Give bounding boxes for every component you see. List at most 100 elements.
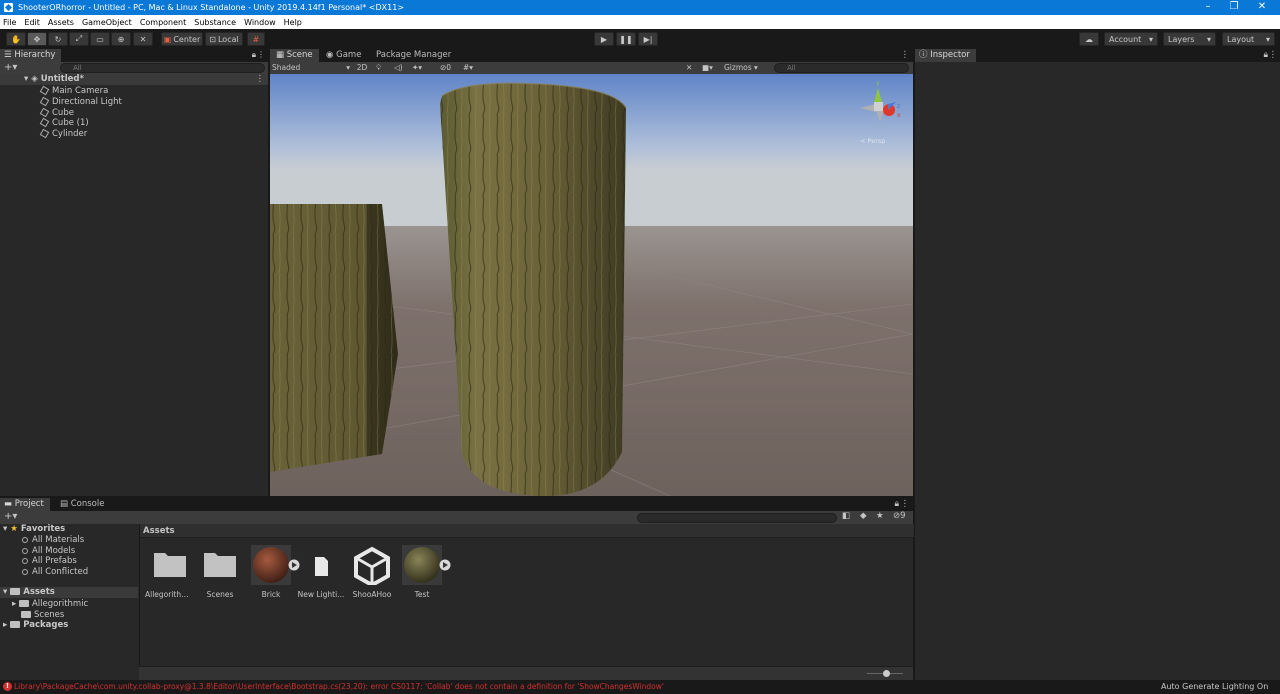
filter-type-icon[interactable]: ◧	[842, 511, 850, 521]
hierarchy-item[interactable]: Cylinder	[39, 128, 87, 139]
menu-help[interactable]: Help	[284, 18, 302, 27]
assets-folder-row[interactable]: ▾ Assets	[0, 587, 138, 598]
folder-item-scenes[interactable]: Scenes	[21, 610, 64, 620]
cloud-icon[interactable]: ☁	[1079, 32, 1099, 46]
pivot-center-button[interactable]: ▣ Center	[161, 32, 203, 46]
packages-folder[interactable]: ▸ Packages	[3, 620, 68, 630]
tab-game[interactable]: ◉ Game	[320, 49, 367, 62]
close-button[interactable]: ✕	[1244, 0, 1280, 15]
scene-tab-label: Scene	[286, 50, 313, 60]
lighting-toggle-icon[interactable]: 💡︎	[376, 62, 381, 74]
pivot-local-button[interactable]: ⊡ Local	[205, 32, 243, 46]
custom-tool-icon[interactable]: ✕	[133, 32, 153, 46]
camera-dropdown-icon[interactable]: ■▾	[702, 62, 713, 74]
zoom-slider-handle[interactable]	[883, 670, 890, 677]
create-button[interactable]: +▾	[4, 62, 17, 73]
move-tool-icon[interactable]: ✥	[27, 32, 47, 46]
menu-component[interactable]: Component	[140, 18, 186, 27]
create-asset-button[interactable]: +▾	[4, 511, 17, 523]
layers-dropdown[interactable]: Layers ▾	[1163, 32, 1216, 46]
account-dropdown[interactable]: Account ▾	[1104, 32, 1158, 46]
asset-item[interactable]: ShooAHoo	[347, 545, 397, 599]
favorites-header[interactable]: ▾ ★ Favorites	[3, 524, 65, 534]
hidden-packages-toggle[interactable]: ⊘9	[893, 511, 906, 521]
favorite-star-icon[interactable]: ★	[876, 511, 884, 521]
grid-toggle-icon[interactable]: #▾	[463, 62, 473, 74]
cube-object	[270, 204, 398, 472]
menu-dots-icon[interactable]: ⋮	[901, 499, 910, 509]
lock-icon[interactable]: 🔒︎	[252, 50, 256, 60]
step-button[interactable]: ▶|	[638, 32, 658, 46]
grid-icon: ▦	[276, 50, 287, 60]
menu-dots-icon[interactable]: ⋮	[257, 50, 265, 59]
folder-item-allegorithmic[interactable]: ▸ Allegorithmic	[12, 599, 88, 609]
gizmos-label: Gizmos	[724, 63, 752, 72]
scene-viewport[interactable]: y z x < Persp	[270, 74, 913, 496]
hierarchy-search-input[interactable]: All	[60, 63, 265, 73]
asset-item[interactable]: Brick	[246, 545, 300, 599]
scale-tool-icon[interactable]: ⤢	[69, 32, 89, 46]
project-tab-label: Project	[14, 499, 44, 509]
project-tabbar: ▬ Project ▤ Console 🔒︎ ⋮	[0, 498, 913, 511]
tab-hierarchy[interactable]: ☰ Hierarchy	[0, 49, 62, 62]
tab-console[interactable]: ▤ Console	[54, 498, 110, 511]
hierarchy-item[interactable]: Cube (1)	[39, 117, 89, 128]
menu-dots-icon[interactable]: ⋮	[256, 74, 265, 84]
tab-scene[interactable]: ▦ Scene	[270, 49, 319, 62]
hidden-objects-toggle[interactable]: ⊘0	[440, 62, 451, 74]
filter-label-icon[interactable]: ◆	[860, 511, 867, 521]
audio-toggle-icon[interactable]: ◁)	[394, 62, 403, 74]
console-error-message[interactable]: Library\PackageCache\com.unity.collab-pr…	[14, 682, 814, 691]
asset-item[interactable]: New Lighti...	[296, 545, 346, 599]
favorites-item[interactable]: All Models	[22, 546, 75, 556]
menu-dots-icon[interactable]: ⋮	[901, 50, 910, 60]
breadcrumb-assets[interactable]: Assets	[143, 526, 175, 536]
snap-icon[interactable]: #	[247, 32, 265, 46]
menu-dots-icon[interactable]: ⋮	[1269, 50, 1278, 60]
tab-inspector[interactable]: ⓘ Inspector	[915, 49, 976, 62]
pivot-icon: ▣	[163, 34, 172, 44]
favorites-item[interactable]: All Materials	[22, 535, 84, 545]
asset-item[interactable]: Test	[397, 545, 451, 599]
layout-dropdown[interactable]: Layout ▾	[1222, 32, 1275, 46]
hierarchy-item[interactable]: Main Camera	[39, 85, 108, 96]
shading-mode-label: Shaded	[272, 63, 301, 72]
tab-project[interactable]: ▬ Project	[0, 498, 50, 511]
account-label: Account	[1109, 34, 1142, 44]
project-search-input[interactable]	[637, 513, 837, 523]
asset-item[interactable]: Scenes	[195, 545, 245, 599]
pause-button[interactable]: ❚❚	[616, 32, 636, 46]
scene-search-input[interactable]: All	[774, 63, 909, 73]
gizmos-dropdown[interactable]: Gizmos ▾	[724, 62, 768, 74]
persp-label[interactable]: < Persp	[860, 137, 885, 145]
menu-edit[interactable]: Edit	[24, 18, 40, 27]
hierarchy-tabbar: ☰ Hierarchy 🔒︎ ⋮	[0, 49, 268, 62]
hierarchy-item[interactable]: Directional Light	[39, 96, 122, 107]
folder-open-icon	[10, 588, 21, 595]
asset-item[interactable]: Allegorithm...	[145, 545, 195, 599]
lock-icon[interactable]: 🔒︎	[894, 499, 899, 509]
favorites-item[interactable]: All Conflicted	[22, 567, 88, 577]
play-button[interactable]: ▶	[594, 32, 614, 46]
tools-icon[interactable]: ✕	[686, 62, 692, 74]
rotate-tool-icon[interactable]: ↻	[48, 32, 68, 46]
favorites-item[interactable]: All Prefabs	[22, 556, 77, 566]
menu-window[interactable]: Window	[244, 18, 276, 27]
menu-assets[interactable]: Assets	[48, 18, 74, 27]
shading-mode-dropdown[interactable]: Shaded ▾	[272, 62, 350, 74]
effects-dropdown-icon[interactable]: ✦▾	[412, 62, 422, 74]
menu-gameobject[interactable]: GameObject	[82, 18, 132, 27]
unity-logo-icon	[4, 3, 13, 12]
mode-2d-button[interactable]: 2D	[354, 62, 370, 74]
hierarchy-item[interactable]: Cube	[39, 107, 74, 118]
transform-tool-icon[interactable]: ⊕	[111, 32, 131, 46]
lock-icon[interactable]: 🔒︎	[1263, 50, 1268, 60]
auto-lighting-status[interactable]: Auto Generate Lighting On	[1161, 682, 1268, 691]
rect-tool-icon[interactable]: ▭	[90, 32, 110, 46]
folder-item-label: Allegorithmic	[31, 599, 89, 609]
menu-file[interactable]: File	[3, 18, 16, 27]
menu-substance[interactable]: Substance	[194, 18, 236, 27]
scene-row[interactable]: ▾ ◈ Untitled* ⋮	[0, 74, 268, 85]
hand-tool-icon[interactable]: ✋	[6, 32, 26, 46]
tab-package-manager[interactable]: Package Manager	[370, 49, 457, 62]
